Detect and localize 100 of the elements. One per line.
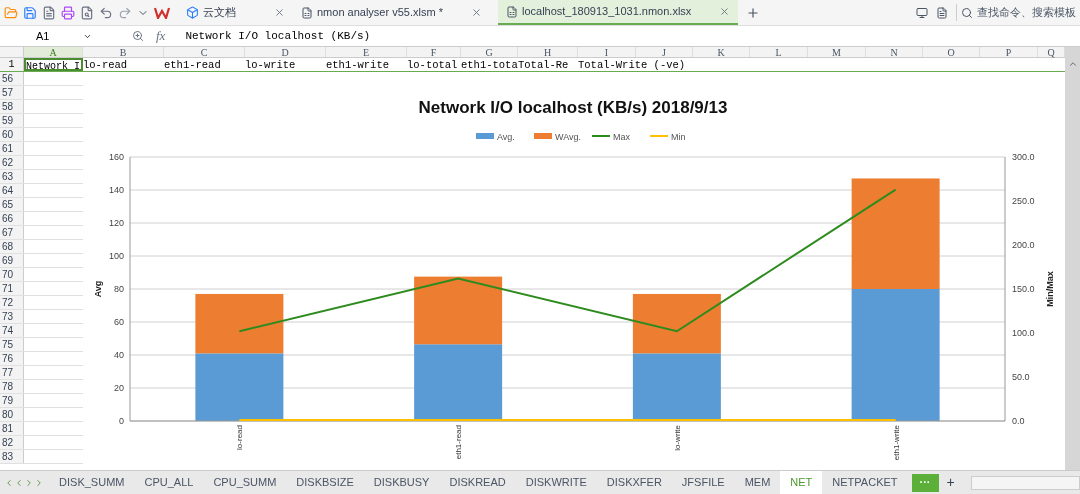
row-header[interactable]: 83 — [0, 450, 24, 463]
y-axis-label: Avg — [93, 280, 103, 298]
column-header[interactable]: G — [461, 47, 518, 57]
folder-icon[interactable] — [4, 5, 18, 20]
spreadsheet-icon — [301, 6, 313, 19]
document-tab[interactable]: localhost_180913_1031.nmon.xlsx — [497, 0, 739, 25]
row-header[interactable]: 82 — [0, 436, 24, 449]
close-icon[interactable] — [470, 7, 482, 18]
search-icon — [961, 6, 973, 19]
column-header[interactable]: H — [518, 47, 578, 57]
sheet-tab[interactable]: JFSFILE — [671, 471, 735, 494]
row-header[interactable]: 78 — [0, 380, 24, 393]
column-header[interactable]: D — [245, 47, 326, 57]
monitor-icon[interactable] — [916, 6, 928, 19]
y-tick-label: 60 — [114, 317, 124, 327]
row-header[interactable]: 67 — [0, 226, 24, 239]
redo-icon[interactable] — [118, 5, 132, 20]
sheet-tab[interactable]: DISK_SUMM — [49, 471, 135, 494]
spreadsheet-icon — [505, 5, 518, 18]
row-header[interactable]: 57 — [0, 86, 24, 99]
y2-tick-label: 200.0 — [1012, 240, 1035, 250]
table-cell: Network I — [24, 58, 83, 71]
vertical-scrollbar[interactable] — [1065, 47, 1080, 470]
column-header[interactable]: K — [693, 47, 750, 57]
logo-icon[interactable] — [154, 6, 170, 19]
y2-tick-label: 300.0 — [1012, 152, 1035, 162]
sheet-tab[interactable]: DISKWRITE — [515, 471, 597, 494]
search-field[interactable]: 查找命令、搜索模板 — [956, 4, 1080, 21]
row-header[interactable]: 72 — [0, 296, 24, 309]
y-tick-label: 120 — [108, 218, 124, 228]
undo-icon[interactable] — [99, 5, 113, 20]
column-header[interactable]: I — [578, 47, 636, 57]
preview-icon[interactable] — [80, 5, 94, 20]
column-header[interactable]: P — [980, 47, 1038, 57]
row-header[interactable]: 68 — [0, 240, 24, 253]
document-tab[interactable]: nmon analyser v55.xlsm * — [293, 0, 490, 25]
row-header[interactable]: 76 — [0, 352, 24, 365]
row-header[interactable]: 63 — [0, 170, 24, 183]
document-icon[interactable] — [42, 5, 56, 20]
chart-title: Network I/O localhost (KB/s) 2018/9/13 — [418, 98, 728, 117]
function-label[interactable]: fx — [156, 26, 166, 46]
row-header[interactable]: 69 — [0, 254, 24, 267]
column-header[interactable]: E — [326, 47, 407, 57]
y2-tick-label: 250.0 — [1012, 196, 1035, 206]
sheet-tab[interactable]: CPU_ALL — [134, 471, 204, 494]
category-label: eth1-write — [891, 425, 901, 461]
close-icon[interactable] — [719, 6, 731, 17]
row-header[interactable]: 61 — [0, 142, 24, 155]
legend-label: Avg. — [497, 132, 515, 142]
column-header[interactable]: M — [808, 47, 866, 57]
horizontal-scrollbar[interactable] — [970, 475, 1080, 490]
table-cell-text: lo-total — [407, 58, 459, 71]
scroll-up-icon[interactable] — [1067, 59, 1078, 69]
column-header[interactable]: A — [24, 47, 83, 57]
row-header[interactable]: 71 — [0, 282, 24, 295]
column-header[interactable]: N — [866, 47, 923, 57]
column-header[interactable]: L — [750, 47, 808, 57]
row-header[interactable]: 73 — [0, 310, 24, 323]
add-tab-button[interactable] — [746, 5, 761, 20]
row-header[interactable]: 66 — [0, 212, 24, 225]
row-header[interactable]: 74 — [0, 324, 24, 337]
column-header[interactable]: J — [636, 47, 693, 57]
table-cell-text: eth1-read — [164, 58, 222, 71]
y2-tick-label: 0.0 — [1012, 416, 1025, 426]
row-header[interactable]: 60 — [0, 128, 24, 141]
row-header[interactable]: 81 — [0, 422, 24, 435]
row-header[interactable]: 58 — [0, 100, 24, 113]
column-header[interactable]: C — [164, 47, 245, 57]
save-icon[interactable] — [23, 5, 37, 20]
row-header[interactable]: 56 — [0, 72, 24, 85]
row-header[interactable]: 65 — [0, 198, 24, 211]
add-sheet-button[interactable]: + — [946, 472, 955, 493]
sheet-tab[interactable]: MEM — [734, 471, 781, 494]
row-header[interactable]: 79 — [0, 394, 24, 407]
zoom-icon[interactable] — [132, 30, 144, 42]
row-header[interactable]: 59 — [0, 114, 24, 127]
sheet-tab[interactable]: DISKREAD — [439, 471, 516, 494]
sheet-tab[interactable]: NET — [780, 471, 823, 494]
sheet-tab[interactable]: DISKBSIZE — [286, 471, 364, 494]
sheet-tab[interactable]: NETPACKET — [822, 471, 908, 494]
cloud-docs-tab[interactable]: 云文档 — [178, 0, 244, 25]
row-header[interactable]: 77 — [0, 366, 24, 379]
column-header[interactable]: F — [407, 47, 461, 57]
column-header[interactable]: O — [923, 47, 980, 57]
row-header[interactable]: 64 — [0, 184, 24, 197]
row-header[interactable]: 80 — [0, 408, 24, 421]
y-tick-label: 100 — [108, 251, 124, 261]
column-header[interactable]: B — [83, 47, 164, 57]
row-header[interactable]: 62 — [0, 156, 24, 169]
category-label: lo-read — [235, 425, 245, 450]
row-header[interactable]: 70 — [0, 268, 24, 281]
legend-label: WAvg. — [555, 132, 581, 142]
sheet-tab[interactable]: CPU_SUMM — [203, 471, 287, 494]
cell-reference-field[interactable]: A1 — [0, 27, 100, 45]
row-header[interactable]: 75 — [0, 338, 24, 351]
row-header[interactable]: 1 — [0, 58, 24, 71]
sheet-tab[interactable]: DISKXFER — [596, 471, 672, 494]
sheet-tab[interactable]: DISKBUSY — [363, 471, 440, 494]
print-icon[interactable] — [61, 5, 75, 20]
close-icon[interactable] — [274, 7, 285, 18]
